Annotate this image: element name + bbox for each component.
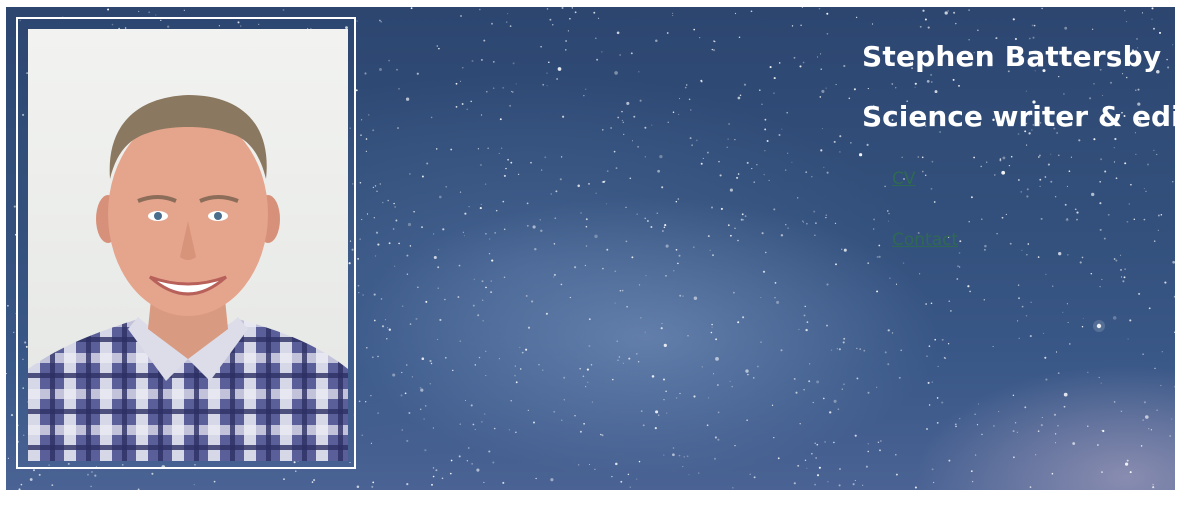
hero-banner: Stephen Battersby Science writer & edito… <box>6 7 1175 490</box>
nav-item-contact: Contact <box>892 230 958 291</box>
contact-link[interactable]: Contact <box>892 230 958 250</box>
site-tagline: Science writer & editor <box>862 100 1175 133</box>
portrait-illustration <box>28 29 348 461</box>
site-name: Stephen Battersby <box>862 40 1162 73</box>
portrait-photo <box>28 29 348 461</box>
nav-links: CV Contact <box>892 169 958 291</box>
nav-item-cv: CV <box>892 169 958 230</box>
title-block: Stephen Battersby Science writer & edito… <box>862 37 1175 137</box>
cv-link[interactable]: CV <box>892 169 916 189</box>
